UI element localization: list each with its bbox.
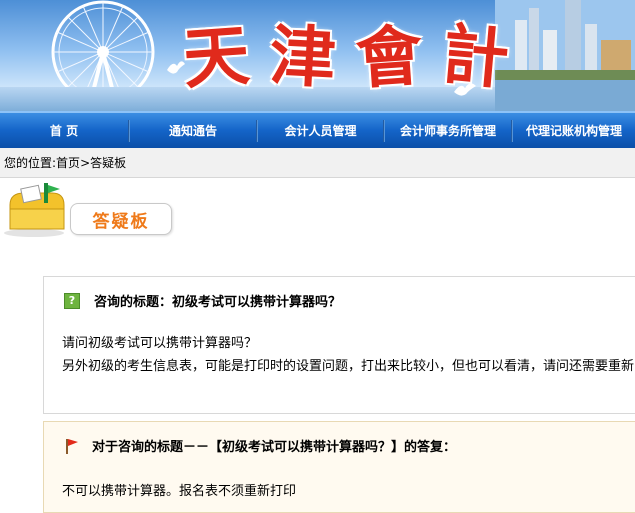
question-body-line: 请问初级考试可以携带计算器吗？ (62, 336, 258, 351)
breadcrumb-separator: > (80, 155, 91, 170)
breadcrumb: 您的位置: 首页 > 答疑板 (0, 148, 635, 178)
breadcrumb-current: 答疑板 (90, 156, 127, 170)
board-heading: 答疑板 (0, 183, 635, 238)
question-body: 请问初级考试可以携带计算器吗？ 另外初级的考生信息表，可能是打印时的设置问题，打… (62, 332, 635, 378)
red-flag-icon (66, 438, 78, 454)
board-title-bubble: 答疑板 (70, 203, 172, 235)
answer-title: 对于咨询的标题－－【初级考试可以携带计算器吗？】的答复： (64, 436, 456, 455)
question-title: ? 咨询的标题： 初级考试可以携带计算器吗？ (64, 291, 341, 310)
question-title-label: 咨询的标题： (94, 295, 173, 310)
dove-icon (167, 61, 185, 74)
mailbox-icon (4, 183, 65, 237)
question-mark-icon: ? (64, 292, 80, 309)
nav-item-home[interactable]: 首 页 (0, 113, 128, 148)
answer-body: 不可以携带计算器。报名表不须重新打印 (62, 484, 297, 499)
question-panel: ? 咨询的标题： 初级考试可以携带计算器吗？ 请问初级考试可以携带计算器吗？ 另… (43, 276, 635, 414)
question-body-line: 另外初级的考生信息表，可能是打印时的设置问题，打出来比较小，但也可以看清，请问还… (62, 359, 635, 374)
header-banner: 天 津 會 計 (0, 0, 635, 111)
question-title-text: 初级考试可以携带计算器吗？ (172, 295, 342, 310)
answer-panel: 对于咨询的标题－－【初级考试可以携带计算器吗？】的答复： 不可以携带计算器。报名… (43, 421, 635, 513)
nav-item-notices[interactable]: 通知通告 (130, 113, 256, 148)
main-nav: 首 页 通知通告 会计人员管理 会计师事务所管理 代理记账机构管理 (0, 111, 635, 148)
nav-item-accountant-mgmt[interactable]: 会计人员管理 (258, 113, 383, 148)
dove-icon (454, 83, 476, 96)
breadcrumb-prefix: 您的位置: (4, 156, 57, 170)
board-title: 答疑板 (92, 211, 150, 232)
breadcrumb-home-link[interactable]: 首页 (56, 154, 80, 171)
nav-item-agency-mgmt[interactable]: 代理记账机构管理 (513, 113, 635, 148)
nav-item-firm-mgmt[interactable]: 会计师事务所管理 (385, 113, 511, 148)
answer-title-text: 对于咨询的标题－－【初级考试可以携带计算器吗？】的答复： (92, 440, 457, 455)
